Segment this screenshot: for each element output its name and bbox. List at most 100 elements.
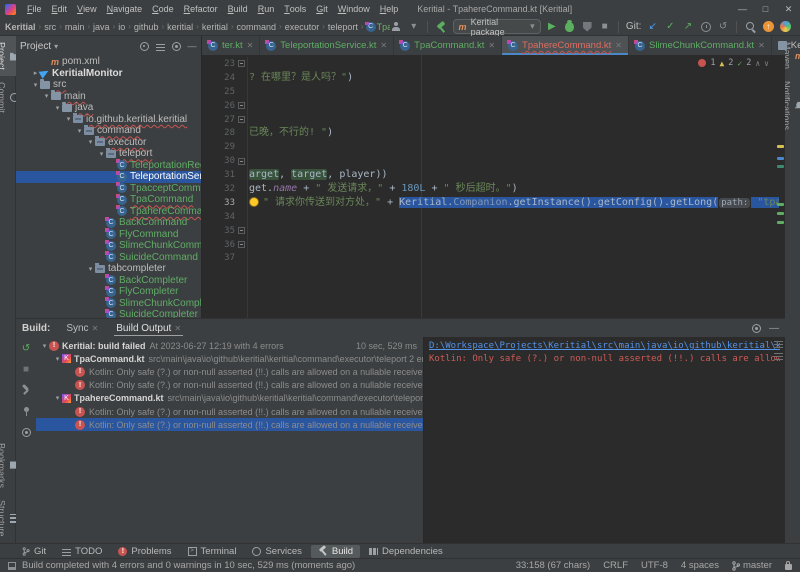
fold-marker[interactable] [238,227,245,234]
gutter-line-30[interactable]: 30 [202,154,247,168]
lock-icon[interactable] [785,564,792,570]
scroll-to-end-icon[interactable] [774,351,783,360]
file-encoding[interactable]: UTF-8 [641,560,668,571]
code-line-33[interactable]: " 请求你传送到对方处，" + Keritial.Companion.getIn… [249,196,779,210]
tree-item-keritialmonitor[interactable]: ▸KeritialMonitor [16,68,201,80]
coverage-button[interactable] [581,20,594,34]
hide-panel-icon[interactable]: — [187,41,197,51]
menu-view[interactable]: View [72,0,102,18]
code-pane[interactable]: ? 在哪里？是人吗？")已晚，不行的! ")arget, target, pla… [249,57,779,318]
menu-build[interactable]: Build [223,0,253,18]
breadcrumb-item-src[interactable]: src [43,22,57,32]
stripe-mark[interactable] [777,157,784,160]
console-file-link[interactable]: D:\Workspace\Projects\Keritial\src\main\… [429,340,780,353]
fold-marker[interactable] [238,158,245,165]
code-line-26[interactable] [249,99,779,113]
tree-item-main[interactable]: ▾main [16,91,201,103]
tab-ter-kt[interactable]: Cter.kt✕ [202,36,260,55]
menu-navigate[interactable]: Navigate [102,0,148,18]
breadcrumb-item-command[interactable]: command [236,22,278,32]
minimize-button[interactable]: — [731,0,754,18]
gutter-line-31[interactable]: 31 [202,168,247,182]
tab-keritial-iml[interactable]: Keritial.iml✕ [772,36,800,55]
fold-marker[interactable] [238,60,245,67]
soft-wrap-icon[interactable] [774,339,783,348]
breadcrumb-item-main[interactable]: main [64,22,86,32]
gutter-line-23[interactable]: 23 [202,57,247,71]
breadcrumb-item-io[interactable]: io [117,22,126,32]
menu-tools[interactable]: Tools [279,0,311,18]
caret-position[interactable]: 33:158 (67 chars) [516,560,590,571]
tree-item-tpacommand[interactable]: CTpaCommand [16,194,201,206]
tree-item-tpacceptcommand[interactable]: CTpacceptCommand [16,183,201,195]
tree-item-src[interactable]: ▾src [16,79,201,91]
tree-item-backcompleter[interactable]: CBackCompleter [16,275,201,287]
tab-teleportationservice-kt[interactable]: CTeleportationService.kt✕ [260,36,394,55]
tree-item-backcommand[interactable]: CBackCommand [16,217,201,229]
gutter-line-28[interactable]: 28 [202,126,247,140]
git-commit-check-icon[interactable]: ✓ [664,20,677,34]
tree-item-pom-xml[interactable]: mpom.xml [16,56,201,68]
chevron-down-icon[interactable]: ▾ [86,265,95,273]
toolwindow-build[interactable]: Build [311,545,360,558]
chevron-down-icon[interactable]: ▾ [97,150,106,158]
run-button[interactable]: ▶ [546,20,559,34]
chevron-down-icon[interactable]: ▾ [54,42,58,51]
build-row[interactable]: !Kotlin: Only safe (?.) or non-null asse… [36,405,423,418]
stripe-mark[interactable] [777,212,784,215]
stop-build-icon[interactable]: ■ [20,363,32,375]
rollback-icon[interactable]: ↺ [717,20,730,34]
build-settings-wrench-icon[interactable] [21,385,31,395]
breadcrumb-item-teleport[interactable]: teleport [327,22,359,32]
history-icon[interactable] [699,20,712,34]
breadcrumb-class[interactable]: TpahereCommand [376,22,390,32]
rerun-build-icon[interactable]: ↺ [20,342,32,354]
project-panel-title[interactable]: Project [20,41,51,52]
gutter-line-25[interactable]: 25 [202,85,247,99]
tree-item-teleport[interactable]: ▾teleport [16,148,201,160]
breadcrumb-item-keritial[interactable]: keritial [201,22,229,32]
gutter-line-26[interactable]: 26 [202,99,247,113]
build-row[interactable]: !Kotlin: Only safe (?.) or non-null asse… [36,418,423,431]
tree-item-flycompleter[interactable]: CFlyCompleter [16,286,201,298]
tree-item-command[interactable]: ▾command [16,125,201,137]
build-console[interactable]: D:\Workspace\Projects\Keritial\src\main\… [423,337,785,544]
tree-item-executor[interactable]: ▾executor [16,137,201,149]
menu-refactor[interactable]: Refactor [179,0,223,18]
settings-gear-icon[interactable] [172,42,181,51]
profile-icon[interactable] [390,20,403,34]
tab-tpacommand-kt[interactable]: CTpaCommand.kt✕ [394,36,502,55]
fold-marker[interactable] [238,241,245,248]
search-everywhere-icon[interactable] [744,20,757,34]
line-separator[interactable]: CRLF [603,560,628,571]
tree-item-teleportationservice[interactable]: CTeleportationService [16,171,201,183]
code-line-24[interactable]: ? 在哪里？是人吗？") [249,71,779,85]
chevron-down-icon[interactable]: ▾ [53,355,62,363]
editor-gutter[interactable]: 232425262728293031323334353637 [202,57,248,318]
close-tab-icon[interactable]: ✕ [174,324,181,333]
code-line-28[interactable]: 已晚，不行的! ") [249,126,779,140]
tab-tpaherecommand-kt[interactable]: CTpahereCommand.kt✕ [502,36,629,55]
menu-code[interactable]: Code [147,0,179,18]
gutter-line-27[interactable]: 27 [202,113,247,127]
breadcrumb-item-keritial[interactable]: Keritial [4,22,37,32]
tree-item-tpaherecommand[interactable]: CTpahereCommand [16,206,201,218]
git-update-icon[interactable]: ↙ [646,20,659,34]
build-filter-gear-icon[interactable] [22,428,31,437]
tree-item-java[interactable]: ▾java [16,102,201,114]
indent-style[interactable]: 4 spaces [681,560,719,571]
chevron-down-icon[interactable]: ▾ [53,394,62,402]
code-line-30[interactable] [249,154,779,168]
profile-chevron-icon[interactable]: ▾ [407,20,420,34]
toolwindow-services[interactable]: Services [245,545,308,558]
menu-window[interactable]: Window [333,0,375,18]
menu-run[interactable]: Run [253,0,280,18]
code-line-27[interactable] [249,113,779,127]
breadcrumb-item-java[interactable]: java [92,22,111,32]
stop-button[interactable]: ■ [598,20,611,34]
code-line-35[interactable] [249,224,779,238]
inspections-widget[interactable]: 1 ▲ 2 ✓ 2 ∧ ∨ [696,58,771,68]
code-editor[interactable]: 232425262728293031323334353637 ? 在哪里？是人吗… [202,55,785,318]
breadcrumb-item-executor[interactable]: executor [284,22,321,32]
chevron-down-icon[interactable]: ▾ [42,92,51,100]
